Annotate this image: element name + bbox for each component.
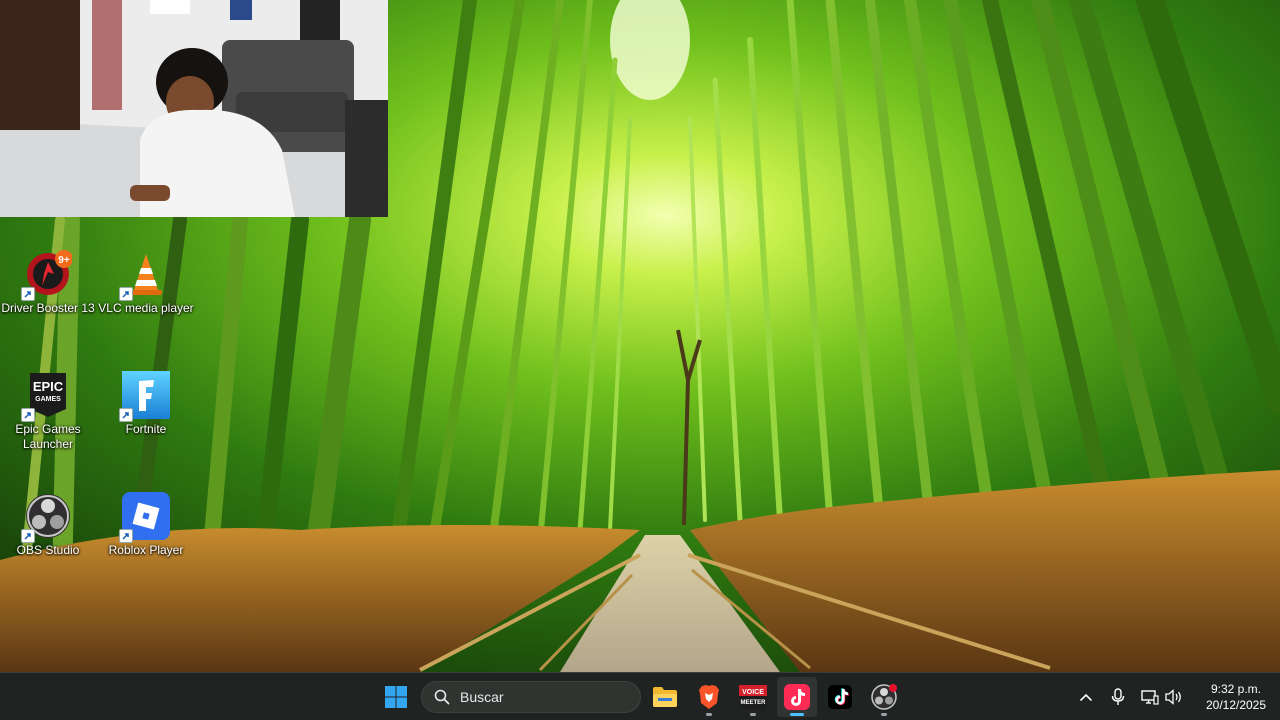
- taskbar-voicemeeter[interactable]: VOICE MEETER: [733, 677, 773, 717]
- shortcut-arrow-icon: [119, 287, 133, 301]
- chevron-up-icon: [1080, 693, 1092, 701]
- desktop-icon-vlc[interactable]: VLC media player: [98, 250, 194, 316]
- desktop-icon-label: Fortnite: [125, 422, 167, 436]
- svg-text:EPIC: EPIC: [33, 379, 64, 394]
- tiktok-live-icon: [784, 684, 810, 710]
- desktop-icon-fortnite[interactable]: Fortnite: [98, 371, 194, 437]
- running-indicator: [881, 713, 887, 716]
- shortcut-arrow-icon: [21, 287, 35, 301]
- start-button[interactable]: [376, 677, 416, 717]
- obs-icon: [21, 492, 72, 543]
- webcam-overlay: [0, 0, 388, 217]
- microphone-tray-button[interactable]: [1106, 685, 1130, 709]
- desktop-icon-label: VLC media player: [98, 301, 194, 315]
- taskbar-tiktok-live-studio[interactable]: [777, 677, 817, 717]
- vlc-icon: [119, 250, 170, 301]
- desktop-icon-label: OBS Studio: [16, 543, 80, 557]
- clock-time: 9:32 p.m.: [1210, 682, 1262, 696]
- desktop-icon-driver-booster[interactable]: 9+ Driver Booster 13: [0, 250, 96, 316]
- taskbar-brave[interactable]: [689, 677, 729, 717]
- clock-date: 20/12/2025: [1205, 698, 1267, 712]
- epic-games-icon: EPIC GAMES: [21, 371, 72, 422]
- windows-start-icon: [385, 686, 407, 708]
- show-hidden-icons-button[interactable]: [1074, 685, 1098, 709]
- obs-icon: [871, 684, 897, 710]
- search-placeholder: Buscar: [460, 689, 504, 705]
- shortcut-arrow-icon: [119, 529, 133, 543]
- network-tray-button[interactable]: [1138, 685, 1162, 709]
- tiktok-icon: [828, 685, 852, 709]
- roblox-icon: [119, 492, 170, 543]
- svg-text:MEETER: MEETER: [740, 700, 766, 706]
- volume-tray-button[interactable]: [1162, 685, 1186, 709]
- svg-text:VOICE: VOICE: [742, 689, 764, 696]
- desktop-icon-label: Epic Games Launcher: [15, 422, 81, 451]
- active-indicator: [790, 713, 804, 716]
- notification-dot: [889, 684, 897, 692]
- taskbar-search-box[interactable]: Buscar: [421, 681, 641, 713]
- brave-icon: [699, 685, 719, 709]
- taskbar-obs-studio[interactable]: [864, 677, 904, 717]
- desktop-icon-label: Roblox Player: [108, 543, 184, 557]
- svg-text:GAMES: GAMES: [35, 396, 61, 403]
- driver-booster-icon: 9+: [21, 250, 72, 301]
- microphone-icon: [1111, 688, 1125, 705]
- fortnite-icon: [119, 371, 170, 422]
- desktop-icon-obs-studio[interactable]: OBS Studio: [0, 492, 96, 558]
- desktop-icon-epic-games[interactable]: EPIC GAMES Epic Games Launcher: [0, 371, 96, 452]
- taskbar-tiktok[interactable]: [820, 677, 860, 717]
- shortcut-arrow-icon: [21, 529, 35, 543]
- voicemeeter-icon: VOICE MEETER: [739, 685, 767, 709]
- shortcut-arrow-icon: [21, 408, 35, 422]
- volume-icon: [1165, 689, 1181, 705]
- running-indicator: [706, 713, 712, 716]
- driver-booster-badge: 9+: [58, 255, 70, 266]
- taskbar-file-explorer[interactable]: [645, 677, 685, 717]
- search-icon: [434, 689, 450, 705]
- network-icon: [1141, 690, 1159, 705]
- running-indicator: [750, 713, 756, 716]
- desktop-icon-roblox-player[interactable]: Roblox Player: [98, 492, 194, 558]
- taskbar: Buscar VOICE MEETER 9:32 p.m. 20/12/2025: [0, 672, 1280, 720]
- folder-icon: [653, 687, 677, 707]
- system-clock[interactable]: 9:32 p.m. 20/12/2025: [1196, 681, 1276, 713]
- shortcut-arrow-icon: [119, 408, 133, 422]
- desktop-icon-label: Driver Booster 13: [1, 301, 95, 315]
